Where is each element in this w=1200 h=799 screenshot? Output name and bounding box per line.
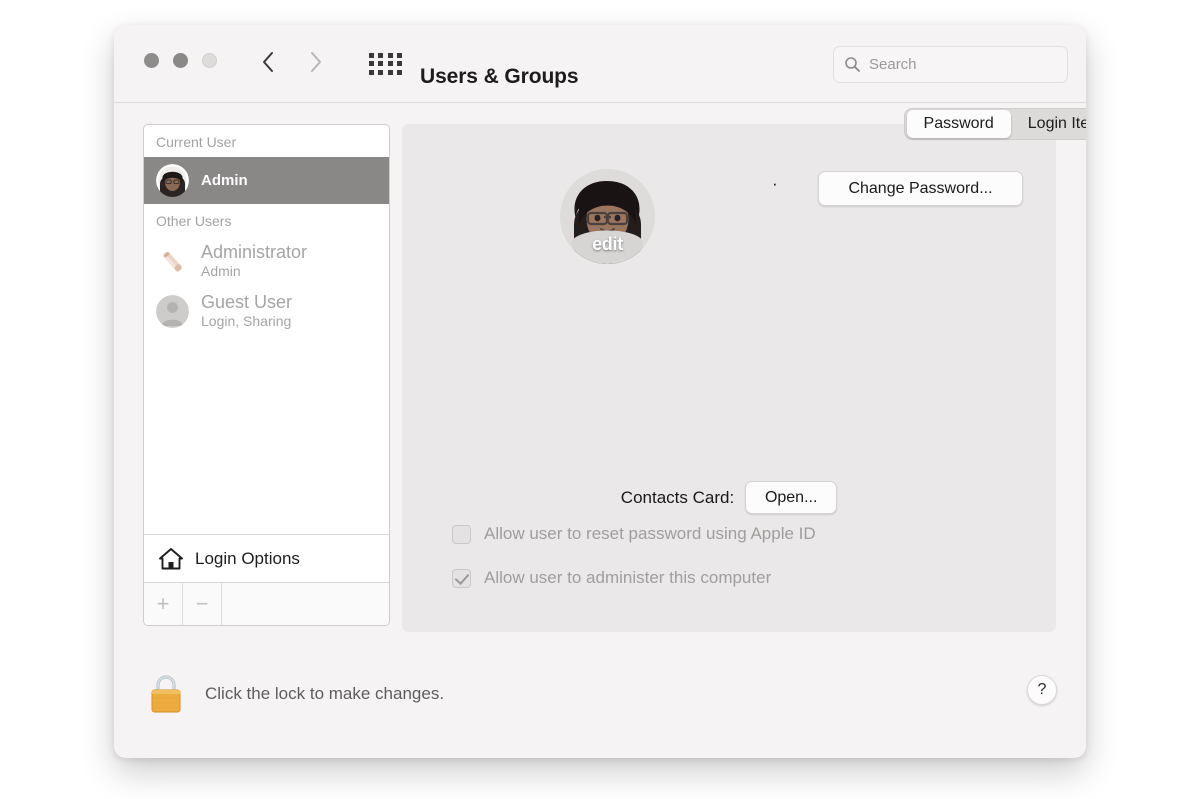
- help-button[interactable]: ?: [1027, 675, 1057, 705]
- users-sidebar: Current User Admin Other Users Administr…: [143, 124, 390, 626]
- contacts-card-row: Contacts Card: Open...: [402, 481, 1056, 514]
- open-contacts-card-button[interactable]: Open...: [745, 481, 838, 514]
- lock-status-text: Click the lock to make changes.: [205, 684, 445, 703]
- user-avatar[interactable]: edit: [560, 169, 655, 264]
- padlock-closed-icon[interactable]: [146, 672, 186, 716]
- close-button[interactable]: [144, 53, 159, 68]
- allow-administer-row[interactable]: Allow user to administer this computer: [452, 568, 771, 588]
- login-options-label: Login Options: [195, 548, 300, 568]
- sidebar-item-administrator[interactable]: Administrator Admin: [144, 236, 389, 286]
- allow-reset-password-label: Allow user to reset password using Apple…: [484, 524, 816, 543]
- users-and-groups-window: Users & Groups Search Current User Admin…: [114, 25, 1086, 758]
- login-options-row[interactable]: Login Options: [144, 534, 389, 582]
- show-all-grid-icon[interactable]: [369, 53, 403, 75]
- forward-chevron-icon[interactable]: [305, 47, 327, 77]
- sidebar-item-admin[interactable]: Admin: [144, 157, 389, 204]
- page-title: Users & Groups: [420, 65, 579, 88]
- search-field[interactable]: Search: [833, 46, 1068, 83]
- tab-bar: Password Login Items: [690, 108, 1086, 140]
- sidebar-item-guest-user[interactable]: Guest User Login, Sharing: [144, 286, 389, 336]
- minimize-button[interactable]: [173, 53, 188, 68]
- sidebar-item-label: Guest User: [201, 292, 293, 313]
- allow-administer-label: Allow user to administer this computer: [484, 568, 772, 587]
- sidebar-item-label: Admin: [201, 171, 248, 189]
- avatar-edit-label[interactable]: edit: [560, 234, 655, 255]
- window-footer: Click the lock to make changes. ?: [114, 650, 1086, 758]
- sidebar-item-sublabel: Admin: [201, 262, 241, 279]
- person-silhouette-icon: [156, 294, 189, 328]
- window-body: Current User Admin Other Users Administr…: [114, 103, 1086, 758]
- search-placeholder: Search: [869, 56, 917, 73]
- account-panel: Password Login Items: [402, 108, 1086, 632]
- custom-avatar-icon: [156, 244, 189, 278]
- allow-administer-checkbox[interactable]: [452, 568, 471, 588]
- tab-password[interactable]: Password: [906, 110, 1011, 138]
- lock-area[interactable]: Click the lock to make changes.: [146, 672, 444, 716]
- zoom-button[interactable]: [202, 53, 217, 68]
- home-icon: [159, 547, 183, 569]
- add-remove-toolbar: + −: [144, 582, 389, 625]
- sidebar-item-label: Administrator: [201, 242, 308, 262]
- memoji-avatar-icon: [156, 164, 189, 197]
- remove-user-button[interactable]: −: [183, 583, 222, 625]
- sidebar-item-sublabel: Login, Sharing: [201, 312, 292, 329]
- full-name-value[interactable]: ·: [772, 174, 778, 194]
- search-icon: [845, 57, 860, 72]
- traffic-lights: [144, 53, 217, 68]
- allow-reset-password-checkbox[interactable]: [452, 524, 471, 544]
- navigation-buttons: [257, 47, 327, 77]
- other-users-header: Other Users: [156, 213, 232, 229]
- back-chevron-icon[interactable]: [257, 47, 279, 77]
- tab-login-items[interactable]: Login Items: [1011, 110, 1086, 138]
- add-user-button[interactable]: +: [144, 583, 183, 625]
- window-toolbar: Users & Groups Search: [114, 25, 1086, 103]
- change-password-button[interactable]: Change Password...: [818, 171, 1023, 206]
- allow-reset-password-row[interactable]: Allow user to reset password using Apple…: [452, 524, 816, 544]
- contacts-card-label: Contacts Card:: [620, 487, 735, 507]
- current-user-header: Current User: [156, 134, 237, 150]
